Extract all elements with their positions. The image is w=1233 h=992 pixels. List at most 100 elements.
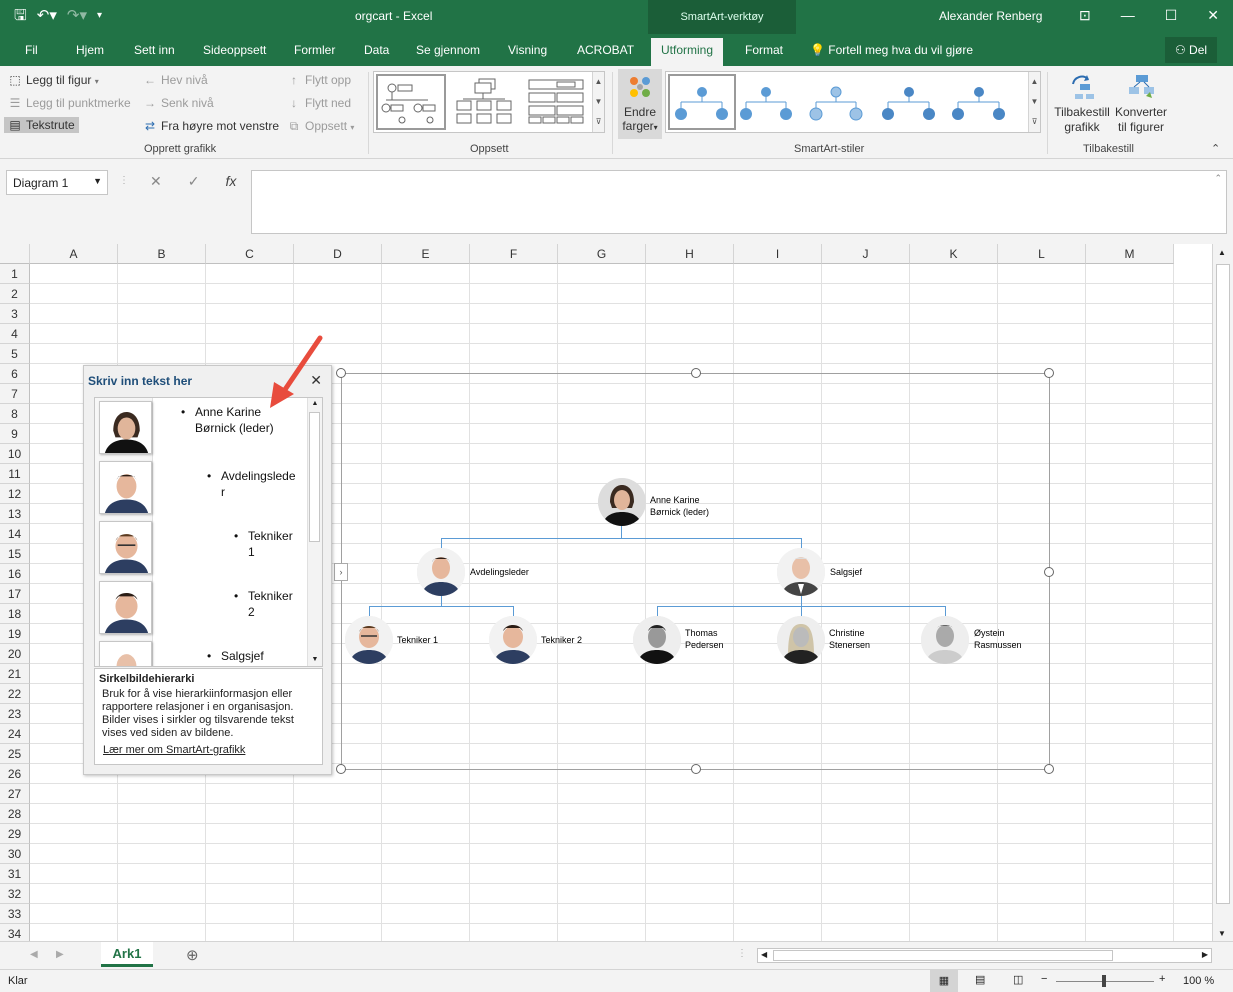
more-icon[interactable]: ⊽ bbox=[1029, 112, 1040, 132]
row-header[interactable]: 30 bbox=[0, 844, 30, 864]
scroll-thumb[interactable] bbox=[309, 412, 320, 542]
column-header[interactable]: A bbox=[30, 244, 118, 264]
picture-placeholder[interactable] bbox=[99, 401, 152, 454]
convert-to-shapes-button[interactable]: Konverter til figurer bbox=[1113, 72, 1169, 135]
scroll-down-icon[interactable]: ▼ bbox=[1218, 929, 1226, 938]
previous-sheet-icon[interactable]: ◀ bbox=[30, 949, 38, 960]
row-header[interactable]: 7 bbox=[0, 384, 30, 404]
undo-icon[interactable]: ↶▾ bbox=[37, 7, 57, 25]
row-header[interactable]: 19 bbox=[0, 624, 30, 644]
close-icon[interactable]: ✕ bbox=[1207, 7, 1219, 24]
column-header[interactable]: I bbox=[734, 244, 822, 264]
column-header[interactable]: G bbox=[558, 244, 646, 264]
chevron-down-icon[interactable]: ▼ bbox=[93, 176, 102, 186]
scroll-up-icon[interactable]: ▲ bbox=[593, 72, 604, 92]
add-shape-button[interactable]: ⬚ Legg til figur ▾ bbox=[8, 73, 98, 87]
text-pane-item[interactable]: • Tekniker 2 bbox=[234, 588, 293, 620]
scroll-right-icon[interactable]: ▶ bbox=[1202, 950, 1208, 959]
row-header[interactable]: 34 bbox=[0, 924, 30, 941]
row-header[interactable]: 5 bbox=[0, 344, 30, 364]
layout-option-labeled-hierarchy[interactable] bbox=[452, 74, 522, 130]
layout-option-circle-hierarchy[interactable] bbox=[376, 74, 446, 130]
column-header[interactable]: C bbox=[206, 244, 294, 264]
scroll-thumb[interactable] bbox=[1216, 264, 1230, 904]
tab-review[interactable]: Se gjennom bbox=[416, 43, 480, 57]
resize-handle-e[interactable] bbox=[1044, 567, 1054, 577]
scroll-down-icon[interactable]: ▼ bbox=[308, 654, 322, 666]
column-header[interactable]: L bbox=[998, 244, 1086, 264]
column-header[interactable]: D bbox=[294, 244, 382, 264]
picture-placeholder[interactable] bbox=[99, 581, 152, 634]
row-header[interactable]: 2 bbox=[0, 284, 30, 304]
demote-button[interactable]: → Senk nivå bbox=[143, 96, 214, 110]
row-header[interactable]: 23 bbox=[0, 704, 30, 724]
column-header[interactable]: M bbox=[1086, 244, 1174, 264]
horizontal-scrollbar[interactable]: ◀ ▶ bbox=[757, 948, 1212, 963]
smartart-graphic[interactable]: › Anne Karine Børnick (leder) Avdelingsle… bbox=[334, 368, 1054, 774]
row-header[interactable]: 6 bbox=[0, 364, 30, 384]
column-header[interactable]: H bbox=[646, 244, 734, 264]
row-header[interactable]: 21 bbox=[0, 664, 30, 684]
row-header[interactable]: 15 bbox=[0, 544, 30, 564]
scroll-down-icon[interactable]: ▼ bbox=[593, 92, 604, 112]
share-button[interactable]: ⚇ Del bbox=[1165, 37, 1217, 63]
text-pane-button[interactable]: ▤ Tekstrute bbox=[4, 117, 79, 133]
minimize-icon[interactable]: — bbox=[1121, 7, 1135, 24]
scroll-thumb[interactable] bbox=[773, 950, 1113, 961]
zoom-level[interactable]: 100 % bbox=[1183, 975, 1214, 987]
zoom-in-icon[interactable]: + bbox=[1159, 973, 1165, 985]
layout-option-table-hierarchy[interactable] bbox=[524, 74, 590, 130]
column-header[interactable]: B bbox=[118, 244, 206, 264]
resize-handle-nw[interactable] bbox=[336, 368, 346, 378]
user-name[interactable]: Alexander Renberg bbox=[939, 9, 1042, 23]
zoom-out-icon[interactable]: − bbox=[1041, 973, 1047, 985]
resize-handle-n[interactable] bbox=[691, 368, 701, 378]
tab-format[interactable]: Format bbox=[745, 43, 783, 57]
page-break-view-icon[interactable]: ◫ bbox=[1013, 973, 1023, 986]
row-header[interactable]: 11 bbox=[0, 464, 30, 484]
column-header[interactable]: E bbox=[382, 244, 470, 264]
row-header[interactable]: 16 bbox=[0, 564, 30, 584]
page-layout-view-icon[interactable]: ▤ bbox=[975, 973, 985, 986]
tell-me-search[interactable]: 💡 Fortell meg hva du vil gjøre bbox=[810, 43, 973, 57]
resize-handle-ne[interactable] bbox=[1044, 368, 1054, 378]
row-header[interactable]: 28 bbox=[0, 804, 30, 824]
right-to-left-button[interactable]: ⇄ Fra høyre mot venstre bbox=[143, 119, 279, 133]
ribbon-display-options-icon[interactable]: ⊡ bbox=[1079, 7, 1091, 24]
row-header[interactable]: 25 bbox=[0, 744, 30, 764]
tab-data[interactable]: Data bbox=[364, 43, 389, 57]
maximize-icon[interactable]: ☐ bbox=[1165, 7, 1178, 24]
tab-view[interactable]: Visning bbox=[508, 43, 547, 57]
text-pane-scrollbar[interactable]: ▲ ▼ bbox=[307, 398, 322, 666]
zoom-slider-thumb[interactable] bbox=[1102, 975, 1106, 987]
tab-insert[interactable]: Sett inn bbox=[134, 43, 175, 57]
insert-function-icon[interactable]: fx bbox=[225, 173, 236, 190]
resize-handle-s[interactable] bbox=[691, 764, 701, 774]
sheet-tab-ark1[interactable]: Ark1 bbox=[101, 942, 153, 967]
row-header[interactable]: 27 bbox=[0, 784, 30, 804]
reset-graphic-button[interactable]: Tilbakestill grafikk bbox=[1053, 72, 1111, 135]
learn-more-link[interactable]: Lær mer om SmartArt-grafikk bbox=[103, 744, 318, 756]
vertical-scrollbar[interactable]: ▲ ▼ bbox=[1212, 244, 1233, 941]
picture-placeholder[interactable] bbox=[99, 461, 152, 514]
tab-file[interactable]: Fil bbox=[25, 43, 38, 57]
collapse-ribbon-icon[interactable]: ⌃ bbox=[1211, 142, 1220, 155]
row-header[interactable]: 1 bbox=[0, 264, 30, 284]
new-sheet-icon[interactable]: ⊕ bbox=[186, 946, 199, 964]
column-header[interactable]: F bbox=[470, 244, 558, 264]
row-header[interactable]: 12 bbox=[0, 484, 30, 504]
collapse-formula-bar-icon[interactable]: ⌃ bbox=[1214, 173, 1222, 184]
move-down-button[interactable]: ↓ Flytt ned bbox=[287, 96, 351, 110]
formula-input[interactable]: ⌃ bbox=[251, 170, 1227, 234]
normal-view-icon[interactable]: ▦ bbox=[930, 970, 958, 992]
scroll-down-icon[interactable]: ▼ bbox=[1029, 92, 1040, 112]
save-icon[interactable]: 🖫 bbox=[14, 7, 27, 25]
picture-placeholder[interactable] bbox=[99, 521, 152, 574]
redo-icon[interactable]: ↷▾ bbox=[67, 7, 87, 25]
row-header[interactable]: 14 bbox=[0, 524, 30, 544]
change-colors-button[interactable]: Endre farger▾ bbox=[618, 69, 662, 139]
row-header[interactable]: 32 bbox=[0, 884, 30, 904]
customize-qat-icon[interactable]: ▾ bbox=[97, 7, 102, 25]
column-header[interactable]: J bbox=[822, 244, 910, 264]
tab-page-layout[interactable]: Sideoppsett bbox=[203, 43, 266, 57]
